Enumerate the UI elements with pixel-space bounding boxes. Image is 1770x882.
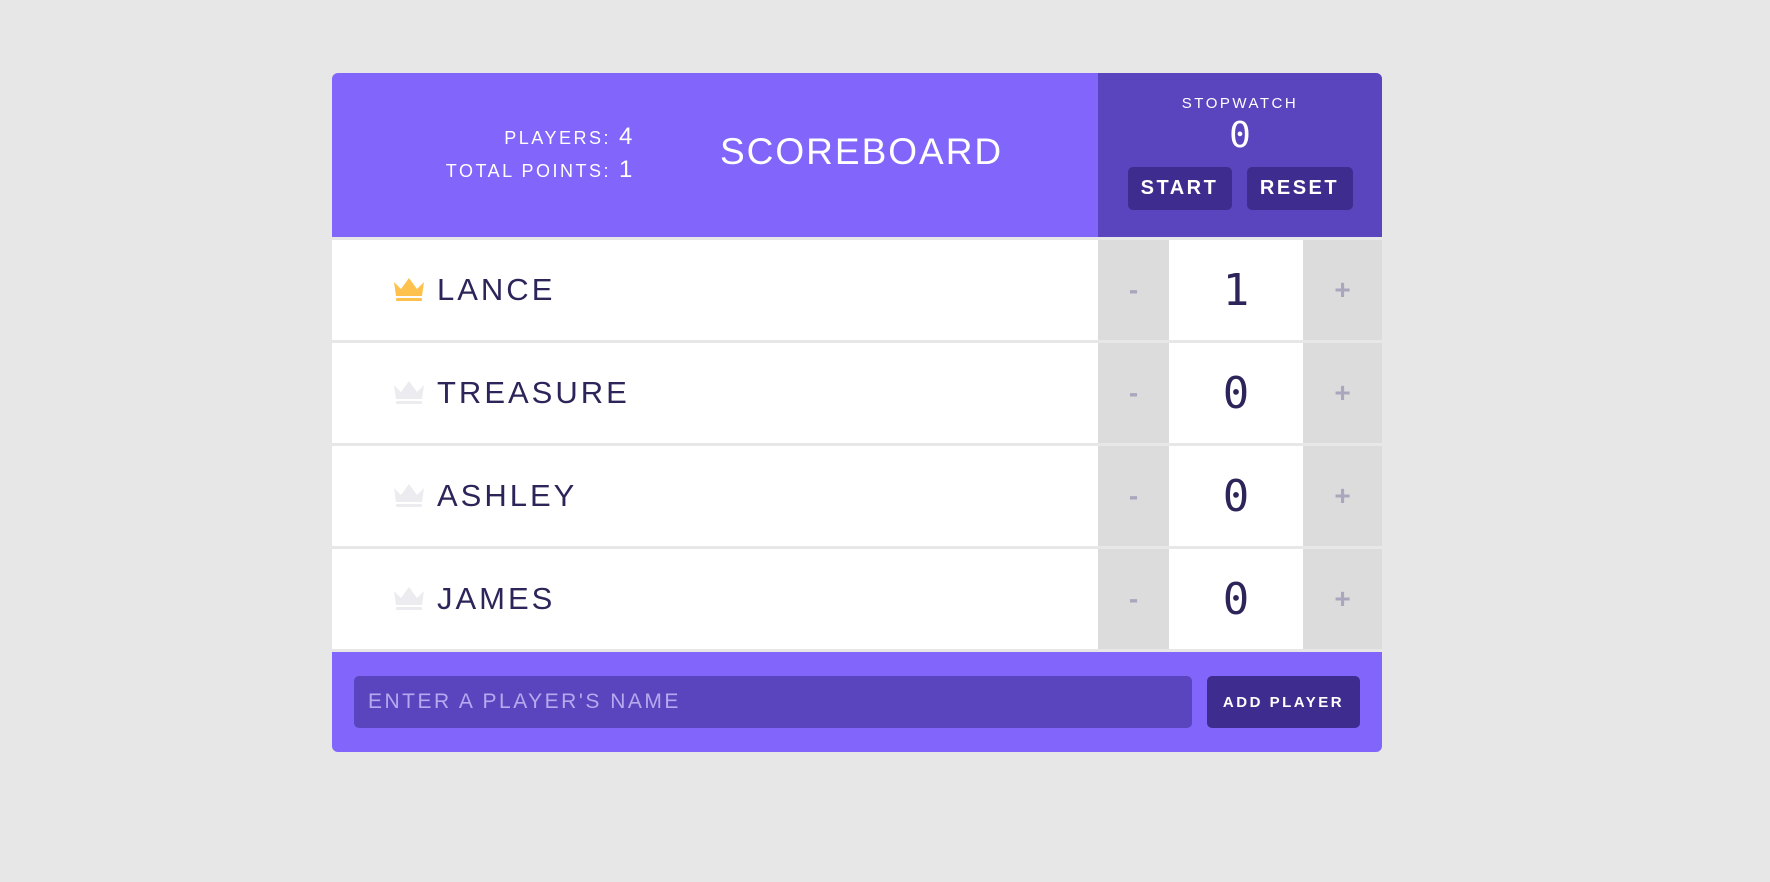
increment-score-button[interactable]: +	[1303, 446, 1382, 546]
crown-icon	[394, 381, 424, 404]
points-stat-label: TOTAL POINTS:	[445, 161, 611, 181]
decrement-score-button[interactable]: -	[1098, 240, 1169, 340]
player-row: JAMES - 0 +	[332, 549, 1382, 649]
player-list: LANCE - 1 + TREASURE - 0 + ASHLEY - 0 + …	[332, 240, 1382, 649]
players-stat-value: 4	[619, 123, 633, 150]
player-name: LANCE	[437, 272, 556, 307]
stopwatch-label: STOPWATCH	[1181, 95, 1299, 112]
player-name-cell: ASHLEY	[332, 446, 1098, 546]
add-player-button[interactable]: ADD PLAYER	[1207, 676, 1360, 728]
player-name: JAMES	[437, 581, 556, 616]
scoreboard: PLAYERS: 4 TOTAL POINTS: 1 SCOREBOARD ST…	[332, 73, 1382, 752]
stopwatch-buttons: START RESET	[1127, 167, 1353, 210]
decrement-score-button[interactable]: -	[1098, 549, 1169, 649]
player-name-cell: TREASURE	[332, 343, 1098, 443]
crown-icon	[394, 587, 424, 610]
score-counter: - 0 +	[1098, 446, 1382, 546]
player-name: TREASURE	[437, 375, 630, 410]
add-player-form: ADD PLAYER	[332, 652, 1382, 752]
increment-score-button[interactable]: +	[1303, 343, 1382, 443]
scoreboard-header: PLAYERS: 4 TOTAL POINTS: 1 SCOREBOARD ST…	[332, 73, 1382, 237]
player-row: LANCE - 1 +	[332, 240, 1382, 340]
player-score: 0	[1169, 343, 1303, 443]
stopwatch-time: 0	[1229, 115, 1251, 156]
crown-icon	[394, 484, 424, 507]
points-stat: TOTAL POINTS: 1	[446, 156, 633, 189]
decrement-score-button[interactable]: -	[1098, 343, 1169, 443]
player-name-cell: JAMES	[332, 549, 1098, 649]
score-counter: - 0 +	[1098, 343, 1382, 443]
player-score: 0	[1169, 446, 1303, 546]
player-name-cell: LANCE	[332, 240, 1098, 340]
players-stat-label: PLAYERS:	[504, 128, 611, 148]
increment-score-button[interactable]: +	[1303, 240, 1382, 340]
increment-score-button[interactable]: +	[1303, 549, 1382, 649]
player-row: ASHLEY - 0 +	[332, 446, 1382, 546]
score-counter: - 0 +	[1098, 549, 1382, 649]
stats: PLAYERS: 4 TOTAL POINTS: 1	[446, 123, 633, 189]
reset-button[interactable]: RESET	[1246, 167, 1353, 210]
player-name-input[interactable]	[354, 676, 1192, 728]
start-button[interactable]: START	[1127, 167, 1232, 210]
header-main: PLAYERS: 4 TOTAL POINTS: 1 SCOREBOARD	[332, 73, 1098, 237]
crown-icon	[394, 278, 424, 301]
decrement-score-button[interactable]: -	[1098, 446, 1169, 546]
stopwatch: STOPWATCH 0 START RESET	[1098, 73, 1382, 237]
player-row: TREASURE - 0 +	[332, 343, 1382, 443]
player-score: 0	[1169, 549, 1303, 649]
player-score: 1	[1169, 240, 1303, 340]
page-title: SCOREBOARD	[720, 131, 1004, 172]
score-counter: - 1 +	[1098, 240, 1382, 340]
points-stat-value: 1	[619, 156, 633, 183]
player-name: ASHLEY	[437, 478, 578, 513]
players-stat: PLAYERS: 4	[446, 123, 633, 156]
